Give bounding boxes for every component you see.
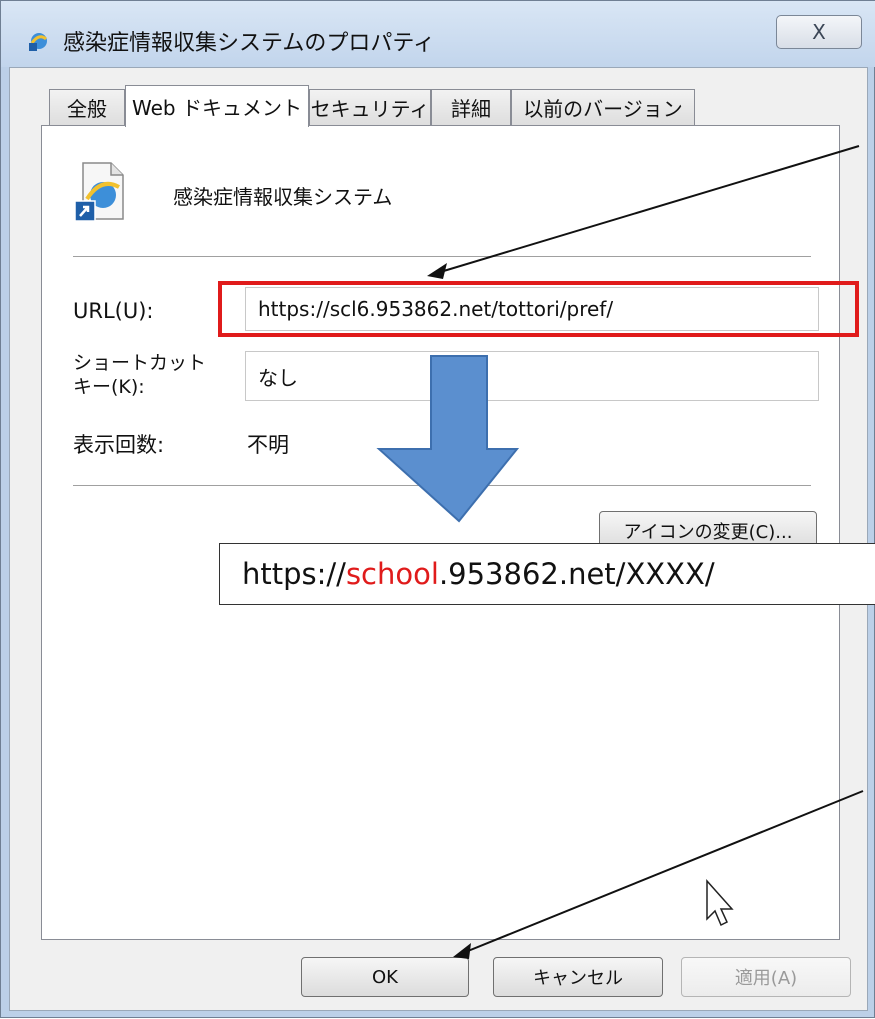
separator xyxy=(73,485,811,486)
ok-button[interactable]: OK xyxy=(301,957,469,997)
visits-value: 不明 xyxy=(247,433,289,457)
shortcut-key-input[interactable]: なし xyxy=(245,351,819,401)
tab-web-document[interactable]: Web ドキュメント xyxy=(125,85,309,127)
tab-general[interactable]: 全般 xyxy=(49,89,125,125)
url-annotation-callout: https://school .953862.net/XXXX/ xyxy=(219,543,875,605)
tab-security[interactable]: セキュリティ xyxy=(309,89,431,125)
properties-dialog: 感染症情報収集システムのプロパティ X 全般 Web ドキュメント セキュリティ… xyxy=(0,0,875,1018)
tab-details[interactable]: 詳細 xyxy=(431,89,511,125)
shortcut-key-label-line1: ショートカット xyxy=(73,352,207,374)
annotation-highlight: school xyxy=(345,557,439,591)
title-bar[interactable]: 感染症情報収集システムのプロパティ X xyxy=(1,1,875,67)
close-button[interactable]: X xyxy=(776,15,862,49)
shortcut-key-label-line2: キー(K): xyxy=(73,376,145,398)
url-label: URL(U): xyxy=(73,299,154,323)
annotation-suffix: .953862.net/XXXX/ xyxy=(438,557,715,591)
annotation-prefix: https:// xyxy=(242,557,346,591)
close-icon: X xyxy=(812,20,826,44)
url-highlight-box xyxy=(218,281,859,337)
apply-button[interactable]: 適用(A) xyxy=(681,957,851,997)
cancel-button[interactable]: キャンセル xyxy=(493,957,663,997)
tab-previous-versions[interactable]: 以前のバージョン xyxy=(511,89,695,125)
visits-label: 表示回数: xyxy=(73,433,165,457)
separator xyxy=(73,256,811,257)
internet-shortcut-icon xyxy=(29,33,47,51)
window-title: 感染症情報収集システムのプロパティ xyxy=(63,31,436,56)
document-shortcut-icon xyxy=(74,162,124,221)
document-name: 感染症情報収集システム xyxy=(173,185,393,209)
shortcut-key-label: ショートカット キー(K): xyxy=(73,351,206,399)
